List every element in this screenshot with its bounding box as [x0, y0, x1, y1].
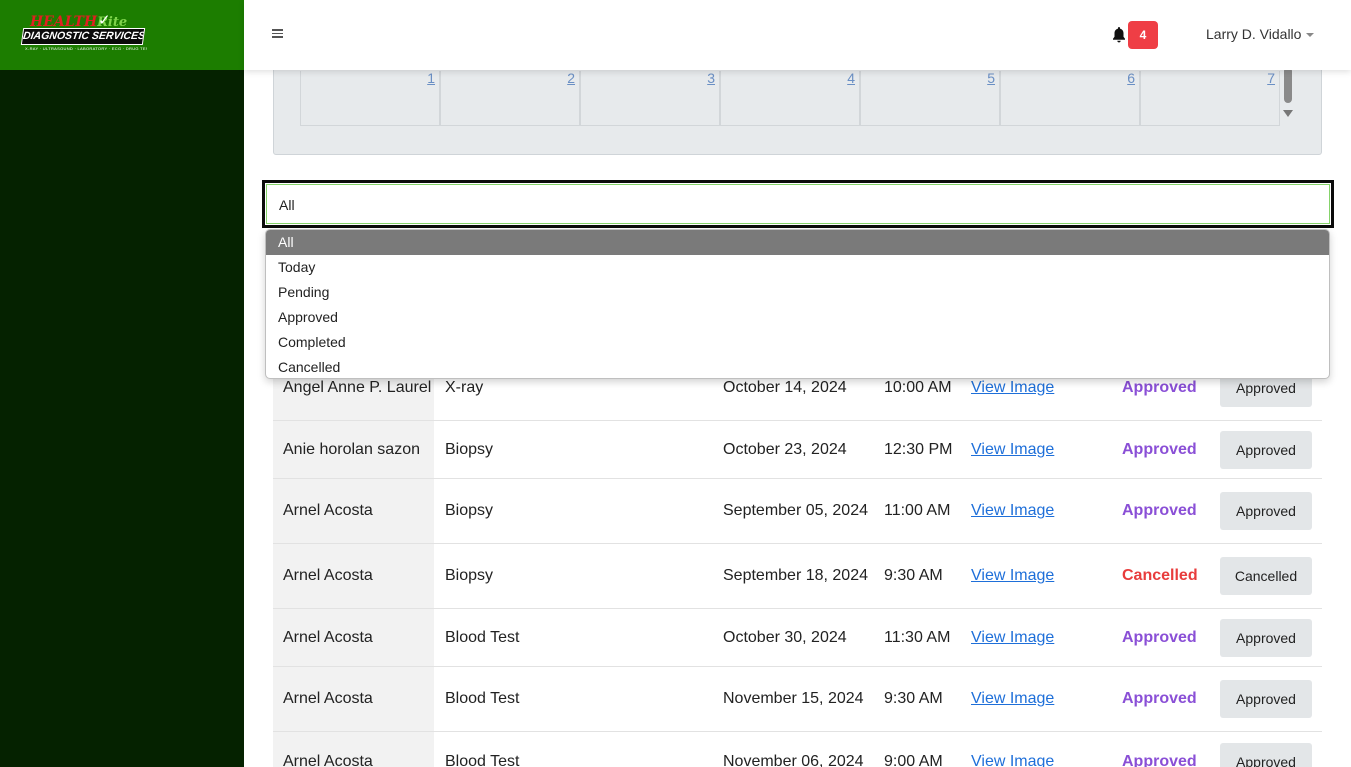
appointment-date: November 06, 2024	[723, 752, 864, 767]
view-image-link[interactable]: View Image	[971, 750, 1054, 767]
view-image-link[interactable]: View Image	[971, 499, 1054, 523]
status-filter-select[interactable]: All	[262, 180, 1334, 228]
test-type: Blood Test	[445, 690, 520, 707]
view-image-link[interactable]: View Image	[971, 438, 1054, 462]
link-cell: View Image	[971, 421, 1081, 478]
link-cell: View Image	[971, 609, 1081, 666]
table-row: Arnel Acosta Biopsy September 05, 2024 11:0…	[273, 479, 1322, 544]
calendar-day-cell[interactable]: 4	[720, 71, 860, 126]
status-action-button[interactable]: Approved	[1220, 430, 1312, 469]
appointment-time: 11:30 AM	[884, 628, 951, 646]
appointment-time: 12:30 PM	[884, 440, 953, 458]
link-cell: View Image	[971, 667, 1081, 731]
status-action-button[interactable]: Approved	[1220, 618, 1312, 657]
filter-option[interactable]: Today	[266, 255, 1329, 280]
test-type: Blood Test	[445, 628, 520, 646]
user-name: Larry D. Vidallo	[1206, 26, 1302, 42]
status-label: Approved	[1122, 628, 1197, 646]
top-header: 4 Larry D. Vidallo	[244, 0, 1351, 70]
test-type: Biopsy	[445, 567, 494, 584]
patient-name: Arnel Acosta	[273, 479, 434, 543]
status-label: Approved	[1122, 690, 1197, 707]
link-cell: View Image	[971, 544, 1081, 608]
view-image-link[interactable]: View Image	[971, 564, 1054, 588]
hamburger-menu-icon[interactable]	[272, 27, 286, 41]
logo-subtext: X-RAY · ULTRASOUND · LABORATORY · ECG · …	[25, 46, 147, 51]
filter-option[interactable]: Cancelled	[266, 355, 1329, 378]
logo-area[interactable]: HEALTHRite ✓ DIAGNOSTIC SERVICES X-RAY ·…	[0, 0, 244, 70]
status-label: Approved	[1122, 752, 1197, 767]
calendar-day-cell[interactable]: 1	[300, 71, 440, 126]
action-cell: Approved	[1220, 732, 1315, 767]
filter-selected-value[interactable]: All	[266, 184, 1330, 224]
patient-name: Arnel Acosta	[273, 732, 434, 767]
action-cell: Approved	[1220, 609, 1315, 666]
user-menu[interactable]: Larry D. Vidallo	[1206, 26, 1315, 42]
action-cell: Approved	[1220, 479, 1315, 543]
table-row: Arnel Acosta Blood Test November 06, 2024 9…	[273, 732, 1322, 767]
test-type: Blood Test	[445, 752, 520, 767]
patient-name: Anie horolan sazon	[273, 421, 434, 478]
calendar-day-cell[interactable]: 3	[580, 71, 720, 126]
chevron-down-icon	[1306, 33, 1315, 38]
status-label: Cancelled	[1122, 567, 1198, 584]
test-type: Biopsy	[445, 440, 494, 458]
appointment-time: 9:30 AM	[884, 690, 943, 707]
appointment-time: 11:00 AM	[884, 502, 951, 519]
calendar-day-cell[interactable]: 7	[1140, 71, 1280, 126]
table-row: Arnel Acosta Blood Test November 15, 2024 9…	[273, 667, 1322, 732]
scrollbar-thumb[interactable]	[1284, 67, 1292, 103]
table-row: Anie horolan sazon Biopsy October 23, 2024…	[273, 421, 1322, 479]
test-type: Biopsy	[445, 502, 494, 519]
calendar-day-cell[interactable]: 5	[860, 71, 1000, 126]
scroll-down-arrow-icon[interactable]	[1283, 110, 1293, 117]
action-cell: Cancelled	[1220, 544, 1315, 608]
appointment-date: September 18, 2024	[723, 567, 868, 584]
status-label: Approved	[1122, 502, 1197, 519]
view-image-link[interactable]: View Image	[971, 626, 1054, 650]
appointment-date: October 30, 2024	[723, 628, 847, 646]
notification-badge[interactable]: 4	[1128, 21, 1158, 49]
appointment-date: November 15, 2024	[723, 690, 864, 707]
calendar-day-cell[interactable]: 6	[1000, 71, 1140, 126]
brand-logo[interactable]: HEALTHRite ✓ DIAGNOSTIC SERVICES X-RAY ·…	[20, 12, 147, 56]
status-label: Approved	[1122, 440, 1197, 458]
status-action-button[interactable]: Approved	[1220, 680, 1312, 718]
status-action-button[interactable]: Approved	[1220, 742, 1312, 767]
view-image-link[interactable]: View Image	[971, 687, 1054, 711]
calendar-scrollbar[interactable]	[1281, 67, 1294, 125]
patient-name: Arnel Acosta	[273, 544, 434, 608]
action-cell: Approved	[1220, 667, 1315, 731]
filter-dropdown[interactable]: All Today Pending Approved Completed Cancelle…	[265, 229, 1330, 379]
filter-option[interactable]: Completed	[266, 330, 1329, 355]
patient-name: Arnel Acosta	[273, 609, 434, 666]
appointment-date: September 05, 2024	[723, 502, 868, 519]
link-cell: View Image	[971, 732, 1081, 767]
link-cell: View Image	[971, 479, 1081, 543]
patient-name: Arnel Acosta	[273, 667, 434, 731]
sidebar: HEALTHRite ✓ DIAGNOSTIC SERVICES X-RAY ·…	[0, 0, 244, 767]
table-row: Arnel Acosta Blood Test October 30, 2024 11…	[273, 609, 1322, 667]
logo-main-text: DIAGNOSTIC SERVICES	[20, 28, 146, 45]
filter-option[interactable]: All	[266, 230, 1329, 255]
filter-option[interactable]: Pending	[266, 280, 1329, 305]
table-row: Arnel Acosta Biopsy September 18, 2024 9:30…	[273, 544, 1322, 609]
appointment-time: 9:30 AM	[884, 567, 943, 584]
calendar-day-cell[interactable]: 2	[440, 71, 580, 126]
status-action-button[interactable]: Approved	[1220, 492, 1312, 530]
action-cell: Approved	[1220, 421, 1315, 478]
filter-option[interactable]: Approved	[266, 305, 1329, 330]
appointment-time: 9:00 AM	[884, 752, 943, 767]
view-image-link[interactable]: View Image	[971, 376, 1054, 400]
appointment-date: October 23, 2024	[723, 440, 847, 458]
status-action-button[interactable]: Cancelled	[1220, 557, 1312, 595]
checkmark-icon: ✓	[98, 12, 111, 29]
calendar-grid: 1234567	[300, 71, 1282, 126]
bell-icon[interactable]	[1111, 26, 1127, 44]
